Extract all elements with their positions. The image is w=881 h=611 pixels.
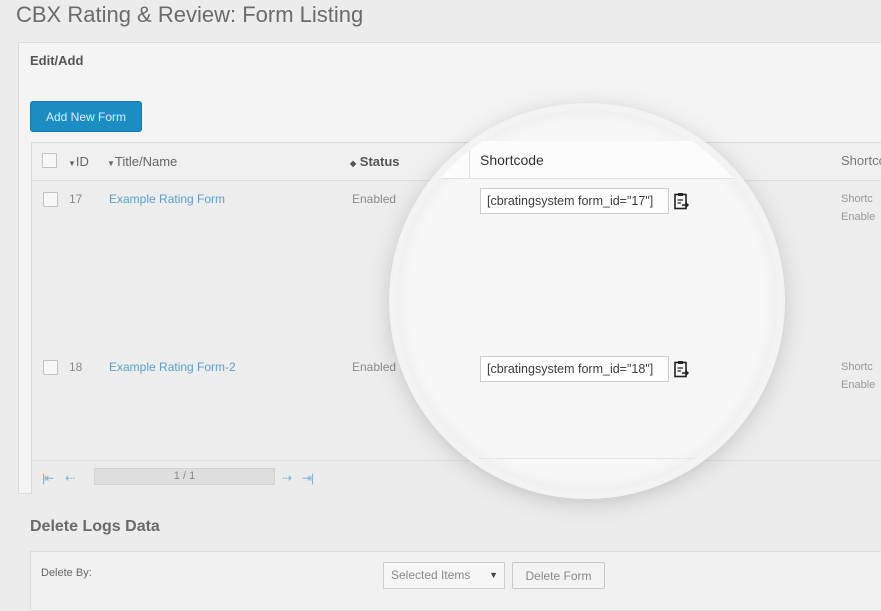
row-id: 17 (69, 192, 83, 206)
select-all-checkbox[interactable] (42, 153, 57, 168)
panel-heading: Edit/Add (30, 53, 84, 68)
first-page-icon[interactable]: |⇤ (42, 471, 54, 485)
lens-footer-line (396, 458, 778, 459)
row-status: Enabled (352, 192, 397, 206)
sort-icon: ▼ (107, 159, 115, 168)
delete-form-button[interactable]: Delete Form (512, 562, 605, 589)
row-checkbox[interactable] (43, 360, 58, 375)
row-title-link[interactable]: Example Rating Form (109, 192, 225, 206)
row-status: Enabled (352, 360, 397, 374)
prev-page-icon[interactable]: ⇠ (65, 471, 75, 485)
delete-by-label: Delete By: (41, 567, 92, 579)
shortcode-field[interactable]: [cbratingsystem form_id="18"] (480, 356, 669, 382)
delete-logs-panel: Delete By: Selected Items ▼ Delete Form (30, 551, 881, 611)
copy-clipboard-icon[interactable] (673, 360, 690, 378)
delete-by-select[interactable]: Selected Items ▼ (383, 562, 505, 589)
column-extra-header: Shortco (841, 153, 881, 168)
column-divider (469, 146, 470, 178)
add-new-form-button[interactable]: Add New Form (30, 101, 142, 132)
next-page-icon[interactable]: ⇢ (282, 471, 292, 485)
shortcode-field[interactable]: [cbratingsystem form_id="17"] (480, 188, 669, 214)
sort-icon: ▼ (68, 159, 76, 168)
lens-header (396, 141, 778, 179)
row-extra: Shortc (841, 193, 873, 205)
copy-clipboard-icon[interactable] (673, 192, 690, 210)
row-title-link[interactable]: Example Rating Form-2 (109, 360, 236, 374)
last-page-icon[interactable]: ⇥| (302, 471, 314, 485)
column-status[interactable]: ◆ Status (350, 154, 400, 169)
delete-logs-title: Delete Logs Data (30, 518, 160, 535)
dropdown-arrow-icon: ▼ (489, 570, 498, 580)
row-checkbox[interactable] (43, 192, 58, 207)
row-extra: Shortc (841, 361, 873, 373)
magnifier-lens: Shortcode [cbratingsystem form_id="17"] … (396, 110, 778, 492)
column-id[interactable]: ▼ID (68, 154, 89, 169)
pagination-bar: |⇤ ⇠ 1 / 1 ⇢ ⇥| (32, 460, 881, 495)
page-indicator: 1 / 1 (94, 468, 275, 485)
page-title: CBX Rating & Review: Form Listing (16, 2, 364, 27)
row-extra: Enable (841, 379, 876, 391)
sort-icon: ◆ (350, 159, 357, 168)
row-id: 18 (69, 360, 83, 374)
column-title[interactable]: ▼Title/Name (107, 154, 177, 169)
row-extra: Enable (841, 211, 876, 223)
column-shortcode: Shortcode (480, 152, 544, 168)
